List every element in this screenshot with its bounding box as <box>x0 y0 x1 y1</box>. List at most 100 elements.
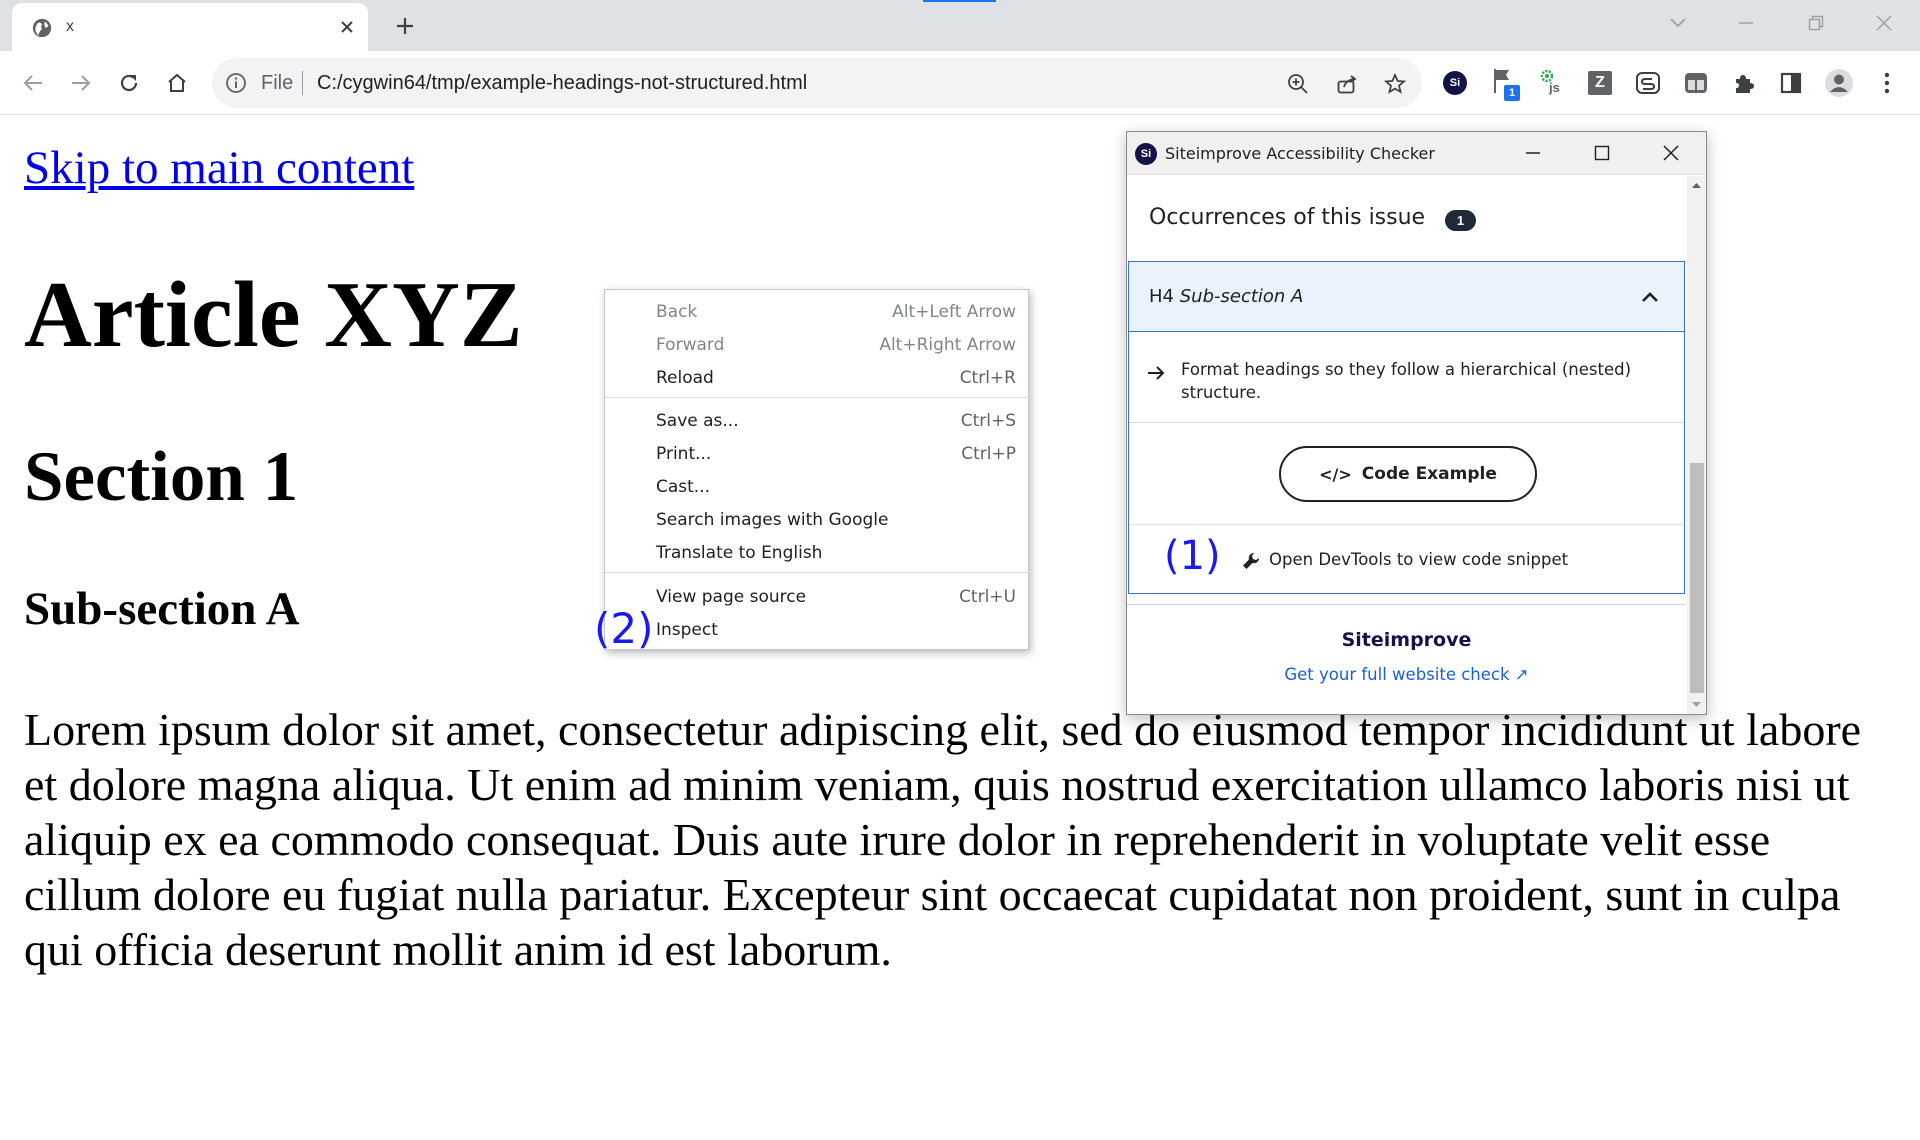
window-close-button[interactable] <box>1862 6 1906 40</box>
occurrence-panel: H4 Sub-section A Format headings so they… <box>1128 261 1685 594</box>
menu-item-label: Save as... <box>656 411 739 431</box>
url-text[interactable]: C:/cygwin64/tmp/example-headings-not-str… <box>317 72 807 95</box>
forward-button[interactable] <box>61 63 101 103</box>
url-scheme-label: File <box>261 72 294 94</box>
menu-item-search-images[interactable]: Search images with Google <box>605 503 1030 536</box>
menu-item-translate[interactable]: Translate to English <box>605 536 1030 569</box>
tab-close-button[interactable] <box>334 14 360 40</box>
scrollbar-thumb[interactable] <box>1690 463 1704 693</box>
devtools-hint: Open DevTools to view code snippet <box>1269 550 1569 569</box>
s-extension-button[interactable] <box>1630 65 1666 101</box>
lorem-paragraph: Lorem ipsum dolor sit amet, consectetur … <box>24 704 1862 975</box>
scroll-down-arrow-icon[interactable] <box>1687 698 1706 712</box>
minimize-icon <box>1526 152 1540 154</box>
siteimprove-extension-icon: Si <box>1443 71 1467 95</box>
bookmark-button[interactable] <box>1380 69 1410 99</box>
menu-item-forward[interactable]: Forward Alt+Right Arrow <box>605 328 1030 361</box>
arrow-right-icon <box>1148 366 1165 380</box>
siteimprove-close-button[interactable] <box>1651 136 1691 170</box>
code-example-label: Code Example <box>1361 464 1497 484</box>
menu-item-label: Cast... <box>656 477 711 497</box>
menu-item-save-as[interactable]: Save as... Ctrl+S <box>605 404 1030 437</box>
devtools-row: (1) Open DevTools to view code snippet <box>1129 526 1684 593</box>
z-extension-icon: Z <box>1588 71 1612 95</box>
menu-item-label: Print... <box>656 444 712 464</box>
recommendation-row: Format headings so they follow a hierarc… <box>1129 333 1684 423</box>
chevron-up-icon[interactable] <box>1637 284 1663 310</box>
siteimprove-scrollbar[interactable] <box>1687 176 1706 714</box>
js-extension-button[interactable]: js <box>1534 65 1570 101</box>
browser-toolbar: File C:/cygwin64/tmp/example-headings-no… <box>0 51 1920 115</box>
extensions-button[interactable] <box>1726 65 1762 101</box>
occurrence-header[interactable]: H4 Sub-section A <box>1129 262 1684 332</box>
menu-item-shortcut: Ctrl+S <box>960 411 1016 431</box>
share-button[interactable] <box>1332 69 1362 99</box>
occurrence-heading-text: Sub-section A <box>1179 286 1304 307</box>
tabs-extension-icon <box>1685 73 1707 93</box>
profile-button[interactable] <box>1821 65 1857 101</box>
z-extension-button[interactable]: Z <box>1582 65 1618 101</box>
arrow-right-icon <box>72 75 91 91</box>
menu-separator <box>605 572 1030 573</box>
occurrence-title: H4 Sub-section A <box>1149 286 1303 307</box>
close-icon <box>341 21 353 33</box>
share-icon <box>1337 75 1357 94</box>
flag-extension-button[interactable]: 1 <box>1487 65 1523 101</box>
siteimprove-titlebar: Si Siteimprove Accessibility Checker <box>1127 132 1706 175</box>
menu-item-reload[interactable]: Reload Ctrl+R <box>605 361 1030 394</box>
menu-item-label: View page source <box>656 587 807 607</box>
star-icon <box>1384 73 1406 94</box>
restore-button[interactable] <box>1794 6 1838 40</box>
menu-item-label: Back <box>656 302 698 322</box>
browser-tab[interactable]: x <box>12 3 368 51</box>
home-button[interactable] <box>157 63 197 103</box>
siteimprove-logo: Si <box>1135 143 1157 165</box>
menu-item-shortcut: Alt+Right Arrow <box>879 335 1016 355</box>
menu-item-inspect[interactable]: Inspect <box>605 613 1030 646</box>
menu-item-shortcut: Alt+Left Arrow <box>892 302 1016 322</box>
siteimprove-extension-button[interactable]: Si <box>1437 65 1473 101</box>
siteimprove-maximize-button[interactable] <box>1582 136 1622 170</box>
loading-indicator <box>923 0 996 2</box>
menu-item-back[interactable]: Back Alt+Left Arrow <box>605 295 1030 328</box>
recommendation-text: Format headings so they follow a hierarc… <box>1181 360 1632 402</box>
close-icon <box>1876 15 1892 31</box>
side-panel-button[interactable] <box>1773 65 1809 101</box>
menu-item-cast[interactable]: Cast... <box>605 470 1030 503</box>
siteimprove-minimize-button[interactable] <box>1513 136 1553 170</box>
menu-button[interactable] <box>1869 65 1905 101</box>
arrow-left-icon <box>23 75 42 91</box>
siteimprove-window-title: Siteimprove Accessibility Checker <box>1165 144 1435 163</box>
zoom-in-icon <box>1288 74 1308 94</box>
full-website-check-link[interactable]: Get your full website check ↗ <box>1127 665 1686 684</box>
code-icon: </> <box>1319 464 1352 484</box>
globe-icon <box>32 18 52 38</box>
menu-item-label: Inspect <box>656 620 718 640</box>
scroll-up-arrow-icon[interactable] <box>1687 178 1706 192</box>
url-separator <box>302 71 303 95</box>
reload-button[interactable] <box>109 63 149 103</box>
code-example-button[interactable]: </> Code Example <box>1279 446 1537 502</box>
footer-divider <box>1127 604 1686 605</box>
zoom-button[interactable] <box>1283 69 1313 99</box>
minimize-button[interactable] <box>1724 6 1768 40</box>
tab-search-button[interactable] <box>1656 6 1700 40</box>
side-panel-icon <box>1780 72 1802 94</box>
menu-item-print[interactable]: Print... Ctrl+P <box>605 437 1030 470</box>
menu-item-view-source[interactable]: View page source Ctrl+U <box>605 580 1030 613</box>
js-badge: js <box>1549 80 1560 95</box>
back-button[interactable] <box>13 63 53 103</box>
new-tab-button[interactable] <box>389 10 421 42</box>
address-bar[interactable]: File C:/cygwin64/tmp/example-headings-no… <box>212 58 1422 108</box>
menu-separator <box>605 397 1030 398</box>
info-icon[interactable] <box>224 71 248 95</box>
more-vertical-icon <box>1884 72 1890 94</box>
tabs-extension-button[interactable] <box>1678 65 1714 101</box>
occurrences-heading: Occurrences of this issue <box>1149 205 1426 230</box>
menu-item-label: Reload <box>656 368 714 388</box>
plus-icon <box>397 18 413 34</box>
wrench-icon <box>1243 552 1260 569</box>
code-example-row: </> Code Example <box>1129 424 1684 525</box>
restore-icon <box>1808 15 1824 31</box>
skip-to-main-link[interactable]: Skip to main content <box>24 142 414 194</box>
